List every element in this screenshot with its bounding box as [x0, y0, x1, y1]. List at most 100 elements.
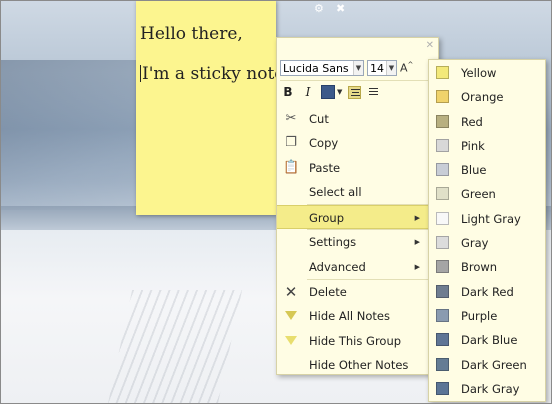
group-color-label: Dark Red [461, 284, 514, 299]
menu-item-group[interactable]: Group ▶ [277, 205, 438, 230]
color-swatch-icon [436, 114, 449, 128]
color-swatch-icon [436, 163, 449, 177]
text-caret [140, 65, 141, 82]
menu-item-label: Advanced [309, 259, 366, 274]
group-color-label: Dark Blue [461, 333, 518, 348]
color-swatch-icon [436, 333, 449, 347]
group-color-blue[interactable]: Blue [429, 158, 545, 182]
menu-item-label: Hide All Notes [309, 309, 390, 324]
menu-item-cut[interactable]: ✂ Cut [277, 107, 438, 131]
menu-item-label: Paste [309, 160, 341, 175]
menu-item-label: Copy [309, 136, 339, 151]
submenu-arrow-icon: ▶ [414, 238, 420, 247]
color-swatch-icon [436, 66, 449, 79]
align-center-button[interactable] [348, 85, 362, 99]
group-color-label: Green [461, 187, 496, 202]
font-family-value: Lucida Sans U [283, 61, 361, 75]
hide-group-icon [283, 333, 299, 349]
group-color-gray[interactable]: Gray [429, 231, 545, 255]
menu-item-delete[interactable]: ✕ Delete [277, 280, 438, 304]
chevron-down-icon: ▼ [386, 61, 396, 75]
submenu-arrow-icon: ▶ [414, 214, 420, 223]
group-color-yellow[interactable]: Yellow [429, 61, 545, 85]
submenu-arrow-icon: ▶ [414, 262, 420, 271]
grow-font-button[interactable]: A^ [400, 61, 413, 75]
menu-item-label: Select all [309, 184, 362, 199]
hide-all-icon [283, 308, 299, 324]
menu-item-label: Hide This Group [309, 333, 402, 348]
font-family-select[interactable]: Lucida Sans U ▼ [280, 60, 364, 76]
chevron-down-icon: ▼ [353, 61, 363, 75]
note-text[interactable]: I'm a sticky note. [142, 64, 290, 84]
note-text-line[interactable]: Hello there, [140, 24, 243, 44]
group-color-label: Blue [461, 163, 487, 178]
group-color-label: Dark Green [461, 357, 527, 372]
color-swatch-icon [436, 236, 449, 250]
menu-item-label: Cut [309, 112, 329, 126]
bold-button[interactable]: B [281, 85, 295, 99]
group-color-brown[interactable]: Brown [429, 255, 545, 279]
close-icon[interactable]: ✖ [336, 2, 345, 15]
group-color-red[interactable]: Red [429, 110, 545, 134]
group-color-dark-red[interactable]: Dark Red [429, 280, 545, 304]
menu-item-paste[interactable]: 📋 Paste [277, 156, 438, 180]
menu-items: ✂ Cut ❐ Copy 📋 Paste Select all Group ▶ … [277, 107, 438, 377]
text-color-button[interactable] [321, 85, 335, 99]
group-color-label: Light Gray [461, 211, 521, 226]
menu-item-hide-this-group[interactable]: Hide This Group [277, 329, 438, 353]
color-swatch-icon [436, 308, 449, 322]
group-color-light-gray[interactable]: Light Gray [429, 207, 545, 231]
align-justify-button[interactable] [367, 86, 380, 99]
menu-item-label: Delete [309, 285, 347, 300]
group-color-orange[interactable]: Orange [429, 85, 545, 109]
group-color-purple[interactable]: Purple [429, 304, 545, 328]
color-swatch-icon [436, 211, 449, 225]
sticky-note[interactable]: ⚙ ✖ Hello there, I'm a sticky note. [136, 0, 345, 215]
menu-item-hide-all-notes[interactable]: Hide All Notes [277, 304, 438, 328]
chevron-down-icon[interactable]: ▼ [337, 88, 342, 96]
toolbar-divider [280, 80, 435, 81]
color-swatch-icon [436, 90, 449, 104]
close-icon[interactable]: ✕ [426, 40, 434, 51]
format-toolbar: B I ▼ [281, 84, 380, 100]
menu-item-label: Settings [309, 235, 357, 250]
group-color-label: Red [461, 114, 483, 129]
copy-icon: ❐ [285, 135, 297, 151]
menu-item-copy[interactable]: ❐ Copy [277, 131, 438, 155]
menu-item-select-all[interactable]: Select all [277, 180, 438, 204]
group-color-label: Orange [461, 90, 504, 105]
note-text-line[interactable]: I'm a sticky note. [140, 64, 290, 84]
menu-item-label: Group [309, 211, 345, 226]
group-color-label: Pink [461, 138, 485, 153]
menu-item-label: Hide Other Notes [309, 357, 409, 372]
color-swatch-icon [436, 381, 449, 395]
color-swatch-icon [436, 284, 449, 298]
paste-icon: 📋 [283, 159, 300, 175]
group-color-dark-green[interactable]: Dark Green [429, 353, 545, 377]
group-color-pink[interactable]: Pink [429, 134, 545, 158]
italic-button[interactable]: I [301, 85, 315, 99]
group-color-label: Brown [461, 260, 498, 275]
color-swatch-icon [436, 357, 449, 371]
color-swatch-icon [436, 260, 449, 274]
font-size-value: 14 [370, 61, 384, 75]
scissors-icon: ✂ [285, 111, 297, 126]
delete-icon: ✕ [284, 283, 298, 302]
group-color-dark-gray[interactable]: Dark Gray [429, 377, 545, 401]
menu-item-settings[interactable]: Settings ▶ [277, 230, 438, 254]
color-swatch-icon [436, 187, 449, 201]
group-color-label: Purple [461, 308, 498, 323]
gear-icon[interactable]: ⚙ [314, 2, 324, 15]
menu-item-hide-other-notes[interactable]: Hide Other Notes [277, 353, 438, 377]
group-submenu: Yellow Orange Red Pink Blue Green Light … [428, 59, 546, 402]
group-color-label: Yellow [461, 66, 497, 80]
menu-item-advanced[interactable]: Advanced ▶ [277, 255, 438, 279]
group-color-dark-blue[interactable]: Dark Blue [429, 328, 545, 352]
group-color-label: Dark Gray [461, 381, 520, 396]
group-color-label: Gray [461, 236, 489, 251]
group-color-green[interactable]: Green [429, 182, 545, 206]
font-size-select[interactable]: 14 ▼ [367, 60, 397, 76]
color-swatch-icon [436, 138, 449, 152]
context-menu: ✕ Lucida Sans U ▼ 14 ▼ A^ B I ▼ ✂ Cut ❐ … [276, 37, 439, 375]
font-toolbar: Lucida Sans U ▼ 14 ▼ A^ [280, 59, 413, 77]
